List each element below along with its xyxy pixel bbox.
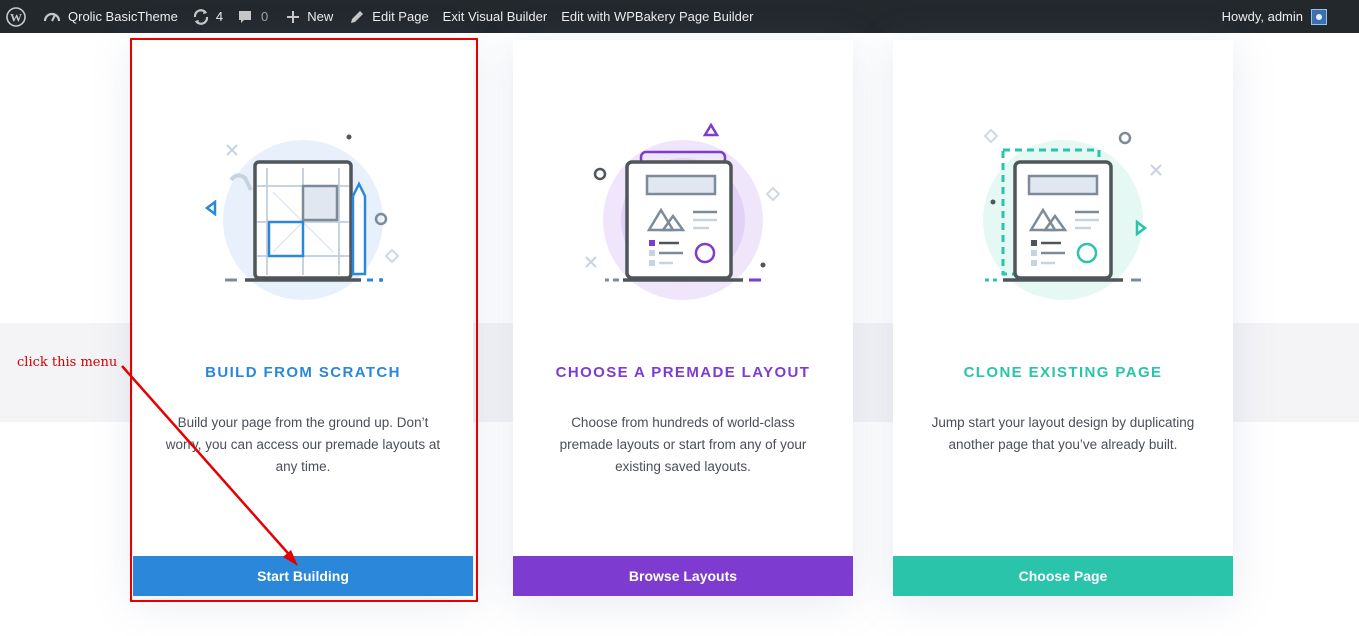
wpbakery-label: Edit with WPBakery Page Builder — [561, 9, 754, 24]
blank-page-illustration — [204, 134, 400, 300]
comments-menu[interactable]: 0 — [230, 0, 275, 33]
build-from-scratch-card[interactable]: BUILD FROM SCRATCH Build your page from … — [133, 40, 473, 596]
my-account-menu[interactable]: Howdy, admin — [1222, 0, 1359, 33]
updates-count: 4 — [215, 9, 224, 24]
choose-premade-layout-card[interactable]: CHOOSE A PREMADE LAYOUT Choose from hund… — [513, 40, 853, 596]
premade-layout-illustration — [585, 122, 781, 300]
howdy-label: Howdy, admin — [1221, 9, 1303, 24]
refresh-icon — [193, 8, 208, 25]
plus-icon — [287, 10, 300, 23]
wordpress-logo-icon[interactable]: W — [0, 0, 36, 33]
site-name: Qrolic BasicTheme — [68, 9, 178, 24]
card-description: Choose from hundreds of world-class prem… — [559, 415, 807, 474]
site-name-menu[interactable]: Qrolic BasicTheme — [36, 0, 185, 33]
card-description: Build your page from the ground up. Don’… — [165, 415, 441, 474]
new-label: New — [307, 9, 334, 24]
card-description: Jump start your layout design by duplica… — [931, 415, 1195, 452]
card-title: CHOOSE A PREMADE LAYOUT — [555, 364, 811, 381]
card-title: BUILD FROM SCRATCH — [205, 364, 401, 381]
start-building-button[interactable]: Start Building — [133, 556, 473, 596]
comments-count: 0 — [261, 9, 269, 24]
choose-page-button[interactable]: Choose Page — [893, 556, 1233, 596]
edit-page-link[interactable]: Edit Page — [342, 0, 435, 33]
exit-visual-builder-link[interactable]: Exit Visual Builder — [436, 0, 555, 33]
svg-text:W: W — [10, 10, 22, 24]
wp-admin-bar: W Qrolic BasicTheme 4 0 New Edit Page Ex… — [0, 0, 1359, 33]
wpbakery-link[interactable]: Edit with WPBakery Page Builder — [554, 0, 760, 33]
browse-layouts-button[interactable]: Browse Layouts — [513, 556, 853, 596]
comment-icon — [239, 10, 252, 23]
clone-existing-page-card[interactable]: CLONE EXISTING PAGE Jump start your layo… — [893, 40, 1233, 596]
updates-menu[interactable]: 4 — [185, 0, 230, 33]
clone-page-illustration — [983, 128, 1162, 300]
avatar — [1311, 8, 1327, 25]
edit-page-label: Edit Page — [372, 9, 429, 24]
dashboard-icon — [43, 12, 61, 21]
new-content-menu[interactable]: New — [279, 0, 340, 33]
exit-visual-builder-label: Exit Visual Builder — [442, 9, 548, 24]
card-title: CLONE EXISTING PAGE — [963, 364, 1163, 381]
pencil-icon — [351, 10, 364, 23]
annotation-note: click this menu — [17, 355, 118, 370]
